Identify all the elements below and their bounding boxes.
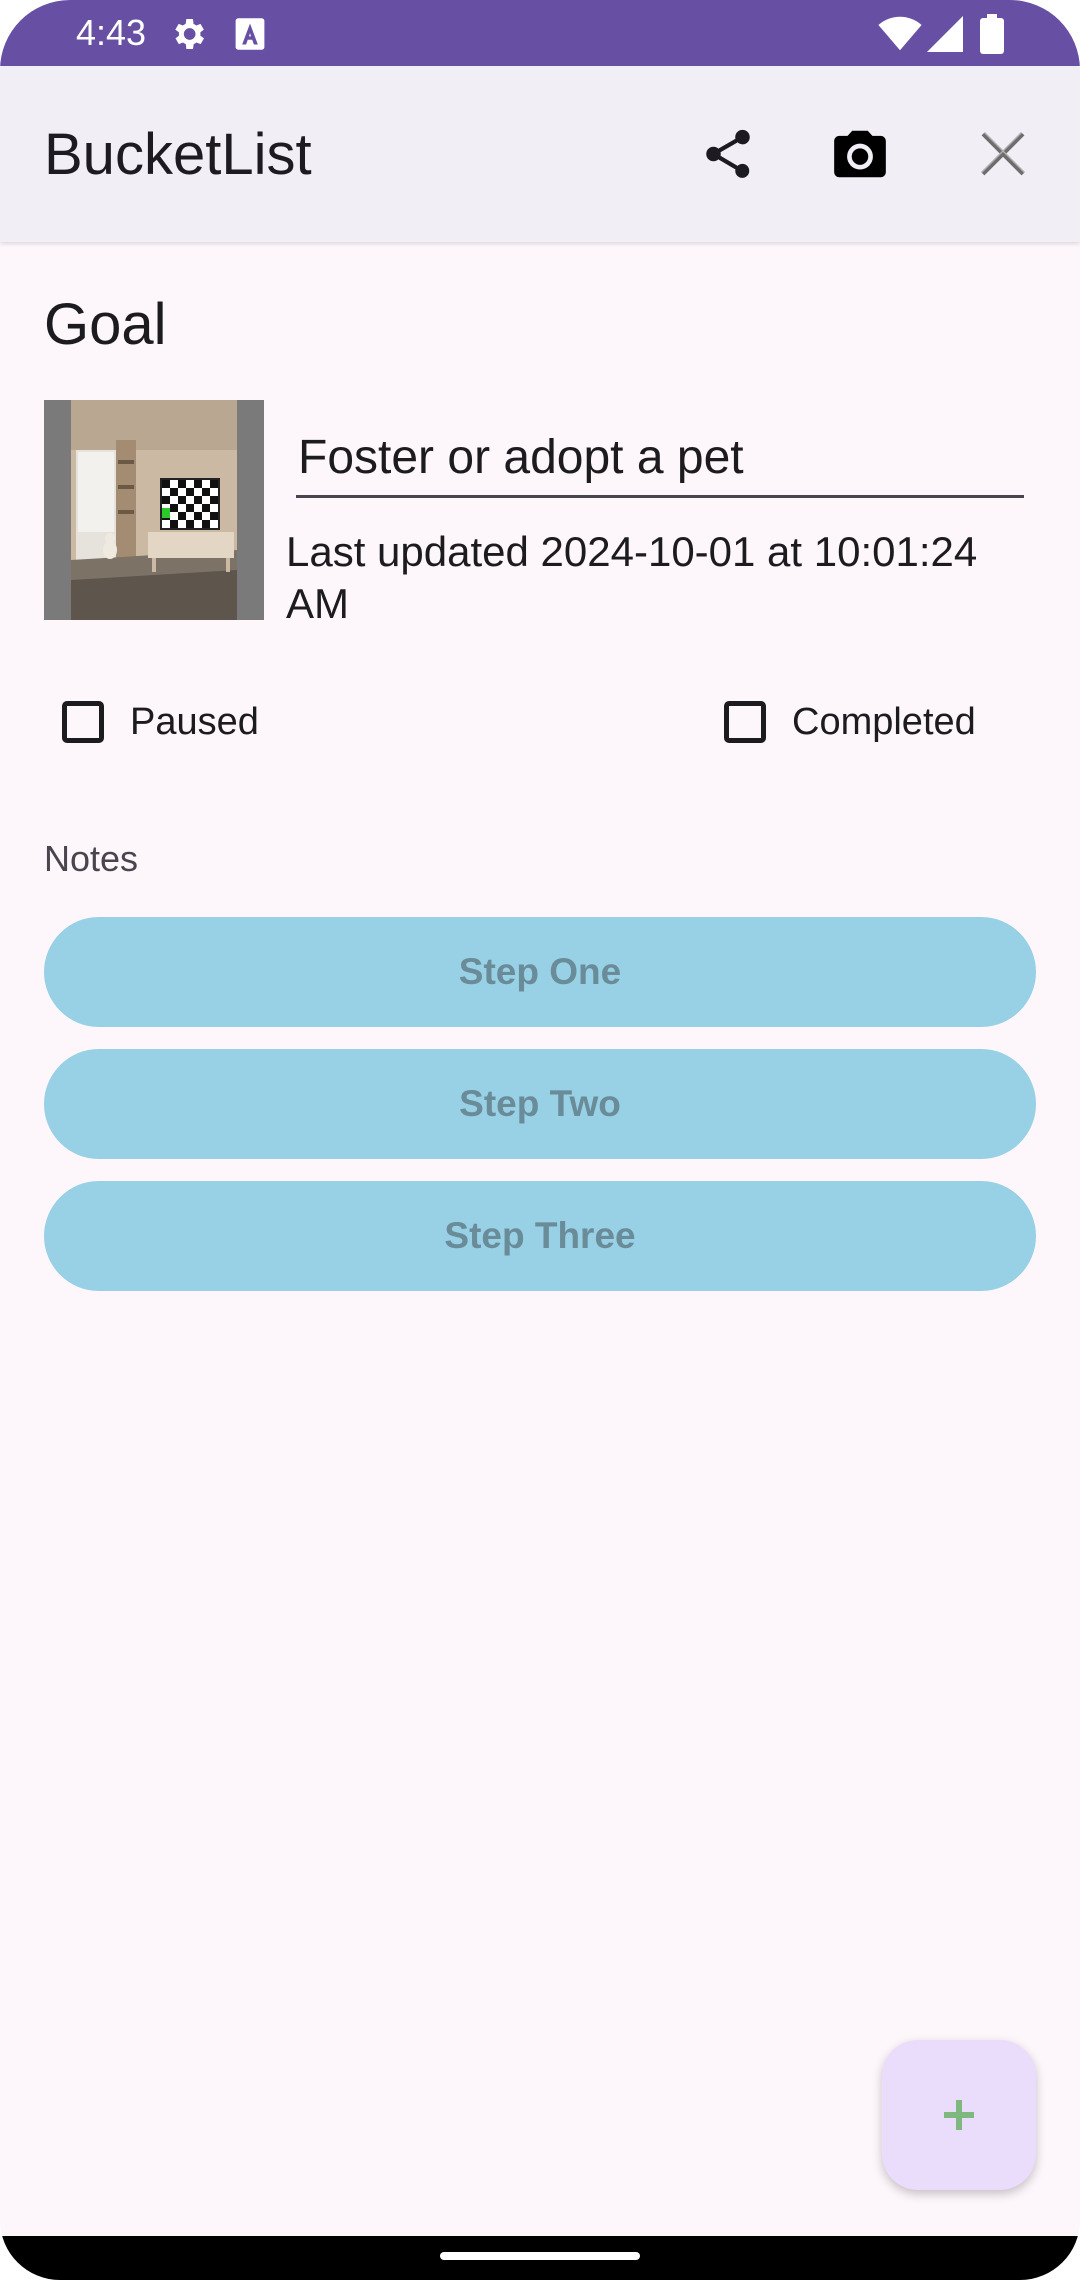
close-icon [980, 131, 1026, 176]
add-step-fab[interactable] [882, 2040, 1036, 2190]
text-a-icon [235, 18, 265, 50]
paused-checkbox-box[interactable] [62, 701, 104, 743]
camera-button[interactable] [812, 106, 908, 202]
last-updated-text: Last updated 2024-10-01 at 10:01:24 AM [286, 528, 978, 627]
signal-icon [927, 16, 963, 52]
completed-checkbox-box[interactable] [724, 701, 766, 743]
room-photo-image [44, 400, 264, 620]
notes-label: Notes [44, 838, 139, 879]
app-bar: BucketList [0, 66, 1080, 242]
paused-checkbox[interactable]: Paused [62, 692, 259, 752]
goal-title-input[interactable] [296, 420, 1024, 498]
gear-icon [175, 19, 204, 49]
plus-icon [944, 2100, 974, 2130]
home-gesture-handle[interactable] [440, 2252, 640, 2260]
share-button[interactable] [680, 106, 776, 202]
goal-photo[interactable] [44, 400, 264, 620]
completed-label: Completed [792, 700, 976, 743]
app-screen: 4:43 BucketList Goal Foster or adopt a p… [0, 0, 1080, 2280]
share-icon [706, 129, 750, 178]
close-button[interactable] [955, 106, 1051, 202]
camera-icon [834, 130, 886, 178]
battery-icon [980, 14, 1004, 54]
goal-section-title: Goal [44, 292, 167, 357]
step-one-button[interactable]: Step One [44, 917, 1036, 1027]
status-bar: 4:43 [0, 0, 1080, 66]
paused-label: Paused [130, 700, 259, 743]
wifi-icon [878, 16, 922, 51]
completed-checkbox[interactable]: Completed [724, 692, 976, 752]
app-title: BucketList [44, 122, 312, 187]
step-three-button[interactable]: Step Three [44, 1181, 1036, 1291]
step-two-button[interactable]: Step Two [44, 1049, 1036, 1159]
status-time: 4:43 [76, 12, 147, 53]
